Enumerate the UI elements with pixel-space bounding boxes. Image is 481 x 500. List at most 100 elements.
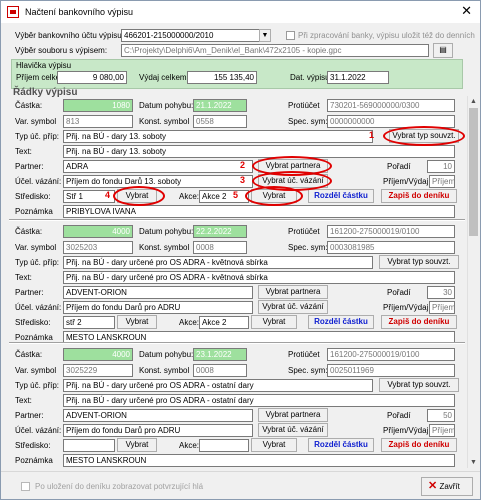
counter-account-field[interactable]: 161200-275000019/0100 (327, 348, 455, 361)
partner-field[interactable]: ADVENT-ORION (63, 286, 253, 299)
choose-type-button[interactable]: Vybrat typ souvzt. (379, 378, 459, 392)
choose-type-button[interactable]: Vybrat typ souvzt. (379, 255, 459, 269)
const-symbol-label: Konst. symbol (139, 117, 190, 126)
choose-purpose-button[interactable]: Vybrat úč. vázání (258, 423, 328, 437)
choose-action-button[interactable]: Vybrat (251, 315, 297, 329)
action-field[interactable]: Akce 2 (199, 316, 249, 329)
var-symbol-field[interactable]: 3025203 (63, 241, 133, 254)
move-date-field[interactable]: 21.1.2022 (193, 99, 247, 112)
purpose-field[interactable]: Příjem do fondu Darů pro ADRU (63, 301, 253, 314)
spec-symbol-field[interactable]: 0025011969 (327, 364, 455, 377)
outgoing-field[interactable]: 155 135,40 (187, 71, 257, 84)
text-field[interactable]: Přij. na BÚ - dary 13. soboty (63, 145, 455, 158)
record-3: Částka: 4000 Datum pohybu: 23.1.2022 Pro… (1, 346, 467, 470)
const-symbol-field[interactable]: 0558 (193, 115, 247, 128)
partner-label: Partner: (15, 411, 44, 420)
write-journal-button[interactable]: Zapiš do deníku (381, 438, 457, 452)
counter-account-label: Protiúčet (288, 101, 320, 110)
inc-exp-label: Příjem/Výdaj (383, 426, 429, 435)
amount-field[interactable]: 1080 (63, 99, 133, 112)
counter-account-field[interactable]: 730201-569000000/0300 (327, 99, 455, 112)
var-symbol-field[interactable]: 813 (63, 115, 133, 128)
type-field[interactable]: Přij. na BÚ - dary určené pro OS ADRA - … (63, 379, 373, 392)
browse-folder-icon[interactable]: ▤ (433, 43, 453, 58)
var-symbol-field[interactable]: 3025229 (63, 364, 133, 377)
spec-symbol-label: Spec. sym: (288, 366, 328, 375)
chevron-down-icon[interactable]: ▼ (259, 29, 271, 42)
center-field[interactable]: stř 2 (63, 316, 115, 329)
type-field[interactable]: Přij. na BÚ - dary 13. soboty (63, 130, 373, 143)
choose-center-button[interactable]: Vybrat (117, 189, 157, 203)
counter-account-field[interactable]: 161200-275000019/0100 (327, 225, 455, 238)
const-symbol-field[interactable]: 0008 (193, 364, 247, 377)
confirm-checkbox-label: Po uložení do deníku zobrazovat potvrzuj… (35, 482, 204, 491)
file-label: Výběr souboru s výpisem: (15, 46, 108, 55)
partner-field[interactable]: ADVENT-ORION (63, 409, 253, 422)
move-date-field[interactable]: 22.2.2022 (193, 225, 247, 238)
write-journal-button[interactable]: Zapiš do deníku (381, 315, 457, 329)
choose-action-button[interactable]: Vybrat (251, 189, 297, 203)
action-label: Akce: (179, 192, 200, 201)
purpose-field[interactable]: Příjem do fondu Darů 13. soboty (63, 175, 253, 188)
order-field[interactable]: 50 (427, 409, 455, 422)
choose-center-button[interactable]: Vybrat (117, 315, 157, 329)
choose-purpose-button[interactable]: Vybrat úč. vázání (258, 300, 328, 314)
spec-symbol-field[interactable]: 0000000000 (327, 115, 455, 128)
text-label: Text: (15, 396, 32, 405)
move-date-field[interactable]: 23.1.2022 (193, 348, 247, 361)
type-label: Typ úč. příp: (15, 258, 60, 267)
file-path-field[interactable]: C:\Projekty\Delphi6\Am_Denik\el_Bank\472… (121, 44, 429, 57)
scroll-down-icon[interactable]: ▼ (468, 457, 479, 468)
close-button[interactable]: ✕ Zavřít (421, 477, 473, 496)
copy-checkbox[interactable] (286, 31, 295, 40)
action-field[interactable]: Akce 2 (199, 190, 249, 203)
record-2: Částka: 4000 Datum pohybu: 22.2.2022 Pro… (1, 223, 467, 349)
text-field[interactable]: Přij. na BÚ - dary určené pro OS ADRA - … (63, 394, 455, 407)
purpose-field[interactable]: Příjem do fondu Darů pro ADRU (63, 424, 253, 437)
rows-scrollbar[interactable]: ▲ ▼ (467, 96, 478, 468)
order-label: Pořadí (387, 288, 411, 297)
inc-exp-field[interactable]: Příjem (429, 175, 455, 188)
move-date-label: Datum pohybu: (139, 101, 194, 110)
partner-field[interactable]: ADRA (63, 160, 253, 173)
inc-exp-field[interactable]: Příjem (429, 301, 455, 314)
type-field[interactable]: Přij. na BÚ - dary určené pro OS ADRA - … (63, 256, 373, 269)
text-field[interactable]: Přij. na BÚ - dary určené pro OS ADRA - … (63, 271, 455, 284)
scroll-up-icon[interactable]: ▲ (468, 96, 479, 107)
order-field[interactable]: 30 (427, 286, 455, 299)
choose-center-button[interactable]: Vybrat (117, 438, 157, 452)
order-field[interactable]: 10 (427, 160, 455, 173)
split-amount-button[interactable]: Rozděl částku (308, 438, 374, 452)
const-symbol-field[interactable]: 0008 (193, 241, 247, 254)
split-amount-button[interactable]: Rozděl částku (308, 315, 374, 329)
note-field[interactable]: MESTO LANSKROUN (63, 454, 455, 467)
incoming-field[interactable]: 9 080,00 (57, 71, 127, 84)
type-label: Typ úč. příp: (15, 132, 60, 141)
confirm-checkbox[interactable] (21, 482, 30, 491)
choose-partner-button[interactable]: Vybrat partnera (258, 285, 328, 299)
center-field[interactable] (63, 439, 115, 452)
choose-partner-button[interactable]: Vybrat partnera (258, 159, 328, 173)
header-legend: Hlavička výpisu (16, 61, 72, 70)
split-amount-button[interactable]: Rozděl částku (308, 189, 374, 203)
amount-field[interactable]: 4000 (63, 225, 133, 238)
spec-symbol-field[interactable]: 0003081985 (327, 241, 455, 254)
action-label: Akce: (179, 441, 200, 450)
date-label: Dat. výpisu: (290, 73, 332, 82)
inc-exp-field[interactable]: Příjem (429, 424, 455, 437)
statement-date-field[interactable]: 31.1.2022 (327, 71, 389, 84)
close-window-icon[interactable]: ✕ (461, 4, 472, 18)
choose-purpose-button[interactable]: Vybrat úč. vázání (258, 174, 328, 188)
account-select[interactable]: 466201-215000000/2010 (121, 29, 271, 42)
choose-type-button[interactable]: Vybrat typ souvzt. (389, 129, 459, 143)
var-symbol-label: Var. symbol (15, 366, 57, 375)
scroll-thumb[interactable] (469, 108, 478, 236)
choose-action-button[interactable]: Vybrat (251, 438, 297, 452)
amount-field[interactable]: 4000 (63, 348, 133, 361)
choose-partner-button[interactable]: Vybrat partnera (258, 408, 328, 422)
text-label: Text: (15, 273, 32, 282)
note-field[interactable]: PRIBYLOVA IVANA (63, 205, 455, 218)
action-field[interactable] (199, 439, 249, 452)
center-label: Středisko: (15, 318, 51, 327)
write-journal-button[interactable]: Zapiš do deníku (381, 189, 457, 203)
